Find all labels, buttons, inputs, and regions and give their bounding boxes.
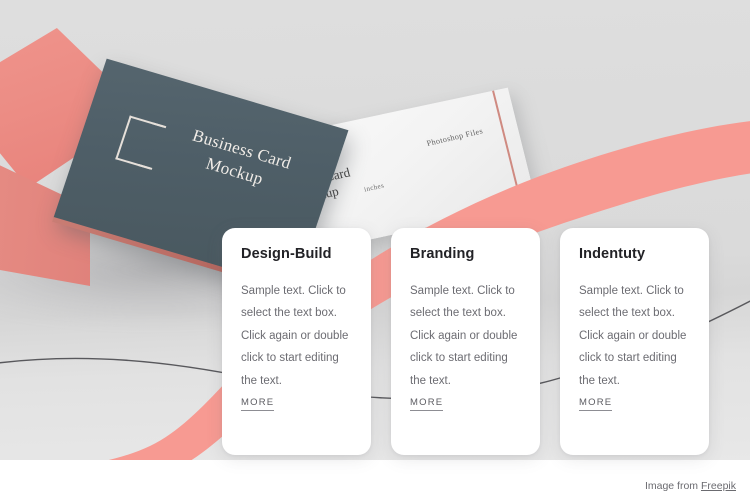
feature-card-3-more-link[interactable]: MORE [579, 397, 613, 411]
feature-card-1[interactable]: Design-Build Sample text. Click to selec… [222, 228, 371, 455]
bracket-logo-icon [115, 115, 165, 170]
page-canvas: Business Card Mockup inches Photoshop Fi… [0, 0, 750, 504]
feature-card-3-title: Indentuty [579, 246, 646, 262]
feature-card-2[interactable]: Branding Sample text. Click to select th… [391, 228, 540, 455]
image-credit: Image from Freepik [645, 480, 736, 492]
feature-card-1-body: Sample text. Click to select the text bo… [241, 285, 349, 387]
white-card-files-label: Photoshop Files [425, 126, 484, 148]
feature-card-3[interactable]: Indentuty Sample text. Click to select t… [560, 228, 709, 455]
feature-card-3-body: Sample text. Click to select the text bo… [579, 285, 687, 387]
feature-card-2-more-link[interactable]: MORE [410, 397, 444, 411]
dark-card-title: Business Card Mockup [159, 118, 317, 204]
feature-card-1-more-link[interactable]: MORE [241, 397, 275, 411]
image-credit-prefix: Image from [644, 480, 701, 492]
feature-card-2-title: Branding [410, 246, 475, 262]
bottom-white-plate [0, 460, 750, 504]
feature-card-2-body: Sample text. Click to select the text bo… [410, 285, 518, 387]
dark-card-content: Business Card Mockup [106, 102, 317, 241]
feature-card-1-title: Design-Build [241, 246, 332, 262]
freepik-link[interactable]: Freepik [701, 480, 736, 492]
feature-cards-row: Design-Build Sample text. Click to selec… [222, 228, 709, 455]
